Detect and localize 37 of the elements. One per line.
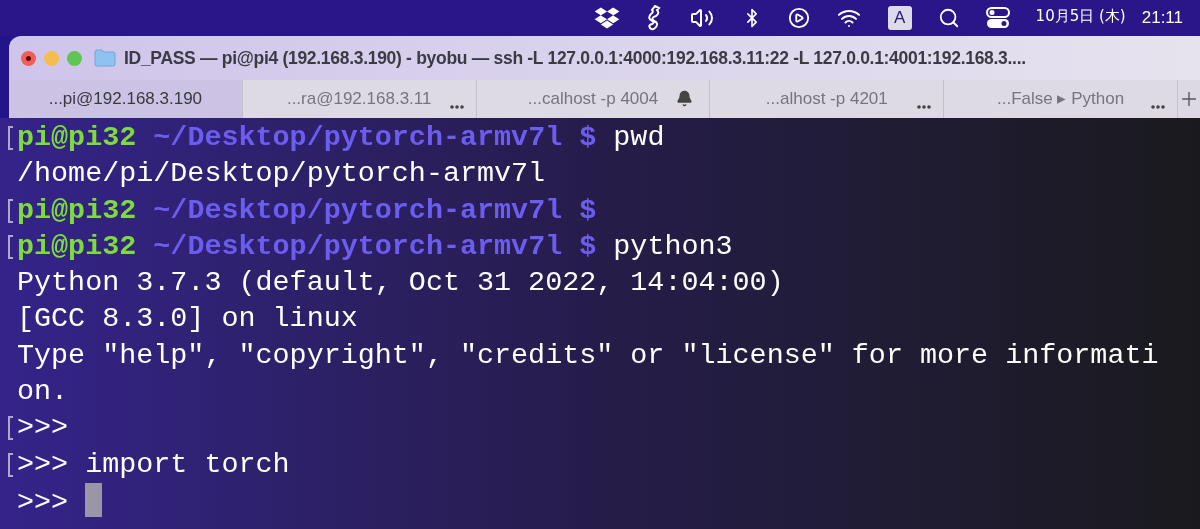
output-text: >>>: [17, 485, 70, 519]
bell-icon: [676, 90, 694, 107]
mark-icon: [8, 198, 13, 223]
output-text: on.: [17, 375, 69, 409]
prompt-user: pi@pi32: [17, 193, 137, 227]
mark-icon: [8, 452, 13, 477]
command-text: python3: [613, 229, 733, 263]
output-text: Python 3.7.3 (default, Oct 31 2022, 14:04:00): [17, 266, 784, 300]
dropbox-icon[interactable]: [593, 6, 620, 30]
mark-icon: [8, 416, 13, 441]
play-icon[interactable]: [787, 7, 810, 29]
prompt-path: ~/Desktop/pytorch-armv7l $: [153, 193, 597, 227]
input-source-badge[interactable]: A: [887, 6, 912, 30]
prompt-path: ~/Desktop/pytorch-armv7l $: [153, 229, 597, 263]
folder-icon: [94, 49, 116, 67]
window-title: ID_PASS — pi@pi4 (192.168.3.190) - byobu — ssh -L 127.0.0.1:4000:192.168.3.11:22 -L 127.0.0.1:4001:192.168.3....: [124, 46, 1026, 70]
search-icon[interactable]: [937, 7, 960, 29]
activity-dots-icon: [917, 105, 932, 109]
menu-time[interactable]: 21:11: [1141, 5, 1183, 31]
prompt-user: pi@pi32: [17, 229, 137, 263]
mark-icon: [8, 234, 13, 259]
activity-dots-icon: [449, 105, 464, 109]
menu-date[interactable]: 10月5日 (木): [1035, 5, 1126, 31]
seahorse-icon[interactable]: [645, 5, 662, 31]
output-text: >>>: [17, 411, 69, 445]
output-text: [GCC 8.3.0] on linux: [17, 302, 358, 336]
output-text: Type "help", "copyright", "credits" or "license" for more informati: [17, 338, 1159, 372]
output-text: >>> import torch: [17, 447, 290, 481]
activity-dots-icon: [1151, 105, 1165, 109]
command-text: pwd: [613, 121, 665, 154]
prompt-path: ~/Desktop/pytorch-armv7l $: [153, 121, 597, 154]
prompt-user: pi@pi32: [17, 121, 137, 154]
tab[interactable]: ...pi@192.168.3.190: [9, 80, 243, 118]
control-center-icon[interactable]: [985, 7, 1010, 29]
mark-icon: [8, 126, 13, 150]
close-button[interactable]: [21, 50, 36, 66]
output-text: /home/pi/Desktop/pytorch-armv7l: [17, 157, 546, 191]
